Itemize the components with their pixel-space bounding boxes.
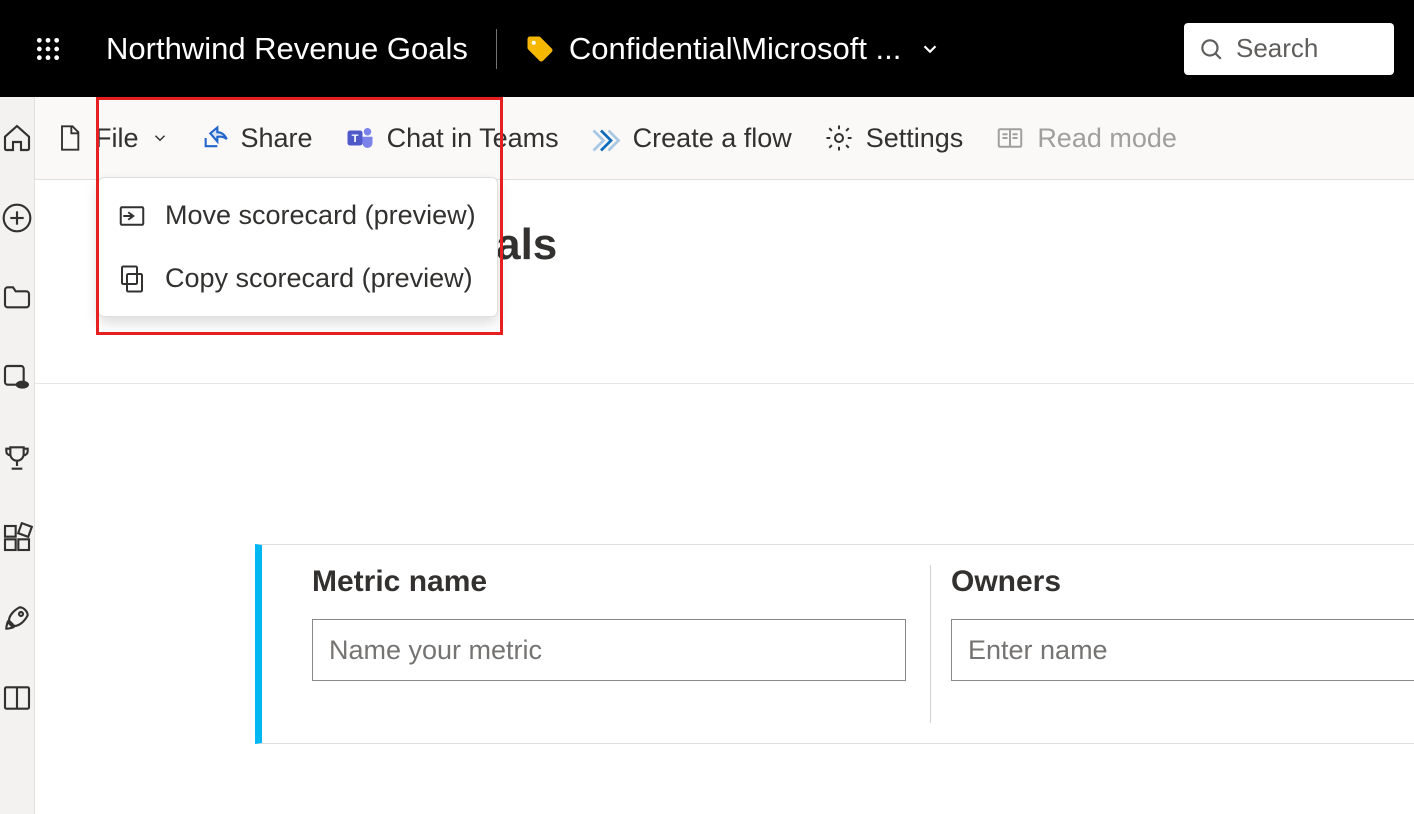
app-launcher-button[interactable] bbox=[20, 36, 76, 62]
book-icon bbox=[1, 682, 33, 714]
search-box[interactable] bbox=[1184, 23, 1394, 75]
deployment-pipelines-button[interactable] bbox=[0, 601, 34, 635]
create-a-flow-label: Create a flow bbox=[633, 123, 792, 154]
apps-button[interactable] bbox=[0, 521, 34, 555]
metrics-button[interactable] bbox=[0, 441, 34, 475]
create-a-flow-button[interactable]: Create a flow bbox=[591, 123, 792, 154]
command-bar: File Share T Chat in Teams Create a flow bbox=[35, 97, 1414, 180]
sensitivity-label: Confidential\Microsoft ... bbox=[569, 31, 902, 67]
owners-input[interactable] bbox=[951, 619, 1414, 681]
svg-text:T: T bbox=[351, 133, 358, 145]
metric-name-input[interactable] bbox=[312, 619, 906, 681]
file-menu-button[interactable]: File bbox=[55, 123, 169, 154]
copy-scorecard-item[interactable]: Copy scorecard (preview) bbox=[99, 247, 497, 310]
read-mode-icon bbox=[995, 123, 1025, 153]
move-scorecard-item[interactable]: Move scorecard (preview) bbox=[99, 184, 497, 247]
left-nav-rail bbox=[0, 97, 35, 814]
create-button[interactable] bbox=[0, 201, 34, 235]
teams-icon: T bbox=[345, 123, 375, 153]
file-dropdown-menu: Move scorecard (preview) Copy scorecard … bbox=[98, 177, 498, 317]
top-bar: Northwind Revenue Goals Confidential\Mic… bbox=[0, 0, 1414, 97]
metric-editor-card: Metric name Owners bbox=[255, 544, 1414, 744]
copy-scorecard-label: Copy scorecard (preview) bbox=[165, 263, 473, 294]
share-button[interactable]: Share bbox=[201, 123, 313, 154]
settings-button[interactable]: Settings bbox=[824, 123, 964, 154]
waffle-icon bbox=[35, 36, 61, 62]
divider bbox=[496, 29, 497, 69]
chevron-down-icon bbox=[151, 129, 169, 147]
flow-icon bbox=[591, 123, 621, 153]
read-mode-label: Read mode bbox=[1037, 123, 1177, 154]
share-icon bbox=[201, 124, 229, 152]
document-title[interactable]: Northwind Revenue Goals bbox=[106, 31, 468, 67]
sensitivity-dropdown[interactable]: Confidential\Microsoft ... bbox=[525, 31, 942, 67]
search-icon bbox=[1198, 36, 1224, 62]
copy-icon bbox=[117, 264, 147, 294]
home-icon bbox=[1, 122, 33, 154]
tag-icon bbox=[525, 34, 555, 64]
plus-circle-icon bbox=[1, 202, 33, 234]
read-mode-button[interactable]: Read mode bbox=[995, 123, 1177, 154]
metric-name-label: Metric name bbox=[312, 565, 930, 599]
gear-icon bbox=[824, 123, 854, 153]
chevron-down-icon bbox=[919, 38, 941, 60]
file-label: File bbox=[95, 123, 139, 154]
home-button[interactable] bbox=[0, 121, 34, 155]
move-scorecard-label: Move scorecard (preview) bbox=[165, 200, 476, 231]
browse-button[interactable] bbox=[0, 281, 34, 315]
trophy-icon bbox=[1, 442, 33, 474]
settings-label: Settings bbox=[866, 123, 964, 154]
apps-icon bbox=[1, 522, 33, 554]
folder-icon bbox=[1, 282, 33, 314]
share-label: Share bbox=[241, 123, 313, 154]
move-icon bbox=[117, 201, 147, 231]
learn-button[interactable] bbox=[0, 681, 34, 715]
file-icon bbox=[55, 124, 83, 152]
rocket-icon bbox=[1, 602, 33, 634]
data-hub-icon bbox=[1, 362, 33, 394]
chat-in-teams-label: Chat in Teams bbox=[387, 123, 559, 154]
data-hub-button[interactable] bbox=[0, 361, 34, 395]
chat-in-teams-button[interactable]: T Chat in Teams bbox=[345, 123, 559, 154]
owners-label: Owners bbox=[951, 565, 1414, 599]
search-input[interactable] bbox=[1236, 33, 1356, 64]
